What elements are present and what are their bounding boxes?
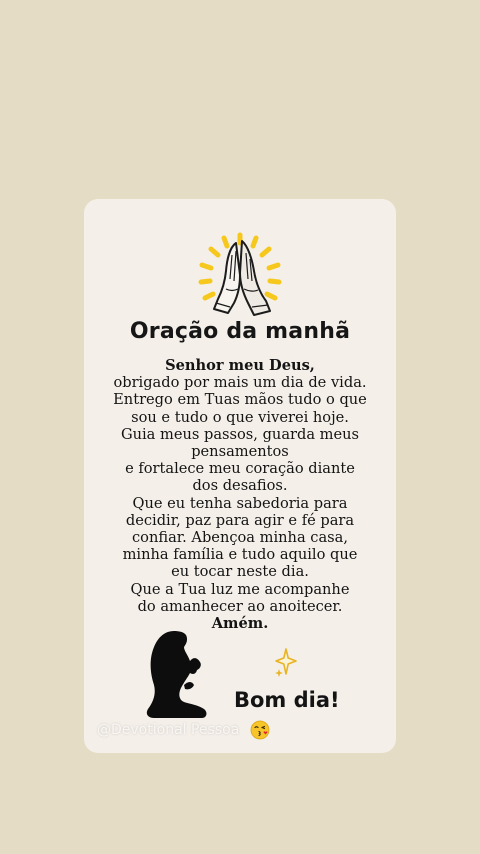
prayer-line: e fortalece meu coração diante: [125, 460, 355, 478]
prayer-line: obrigado por mais um dia de vida.: [113, 374, 367, 392]
prayer-line: Guia meus passos, guarda meus: [120, 425, 360, 443]
prayer-line: eu tocar neste dia.: [171, 563, 309, 581]
prayer-line: pensamentos: [191, 443, 289, 461]
prayer-line-amen: Amém.: [211, 615, 269, 633]
prayer-card: Oração da manhã Senhor meu Deus, obrigad…: [84, 199, 396, 753]
sparkle-icon: [275, 648, 297, 677]
prayer-title: Oração da manhã: [129, 319, 351, 344]
prayer-line: do amanhecer ao anoitecer.: [137, 597, 343, 615]
praying-hands-icon: [198, 232, 282, 316]
prayer-line: Entrego em Tuas mãos tudo o que: [113, 391, 367, 409]
prayer-line: sou e tudo o que viverei hoje.: [131, 408, 349, 426]
prayer-line: minha família e tudo aquilo que: [122, 546, 358, 564]
prayer-line: decidir, paz para agir e fé para: [125, 511, 355, 529]
kissing-face-emoji: [250, 720, 270, 740]
prayer-line: dos desafios.: [192, 477, 288, 495]
prayer-line: Que eu tenha sabedoria para: [132, 494, 348, 512]
kneeling-person-icon: [146, 631, 207, 718]
prayer-line: confiar. Abençoa minha casa,: [131, 529, 348, 547]
watermark-text: @Devotional Pessoa: [97, 722, 240, 738]
prayer-line: Senhor meu Deus,: [165, 357, 315, 374]
greeting-text: Bom dia!: [234, 688, 340, 712]
prayer-text: Senhor meu Deus, obrigado por mais um di…: [92, 357, 388, 632]
prayer-line: Que a Tua luz me acompanhe: [130, 580, 350, 598]
